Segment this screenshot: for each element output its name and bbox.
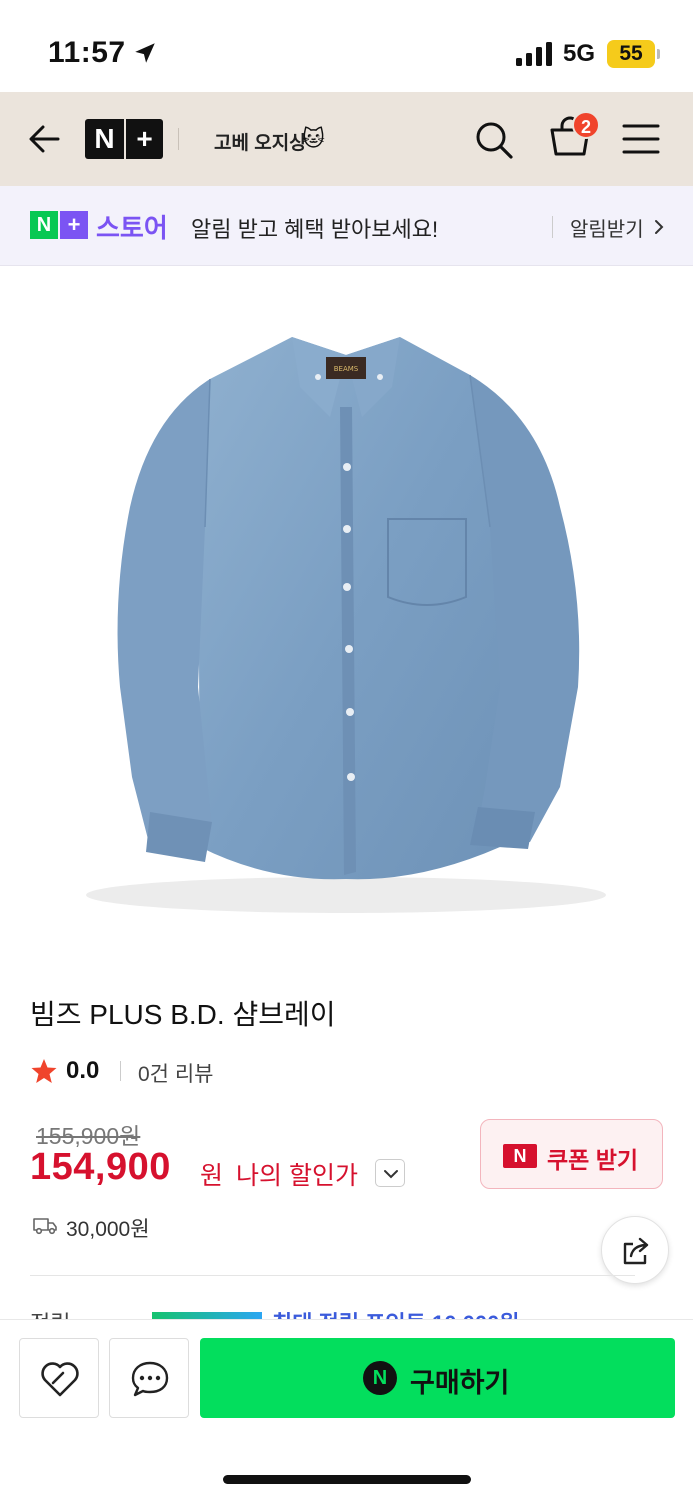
signal-icon — [516, 42, 552, 66]
shirt-label-text: BEAMS — [334, 365, 359, 373]
wishlist-button[interactable] — [19, 1338, 99, 1418]
chevron-right-icon — [655, 220, 664, 234]
star-icon — [31, 1059, 57, 1083]
logo-plus: + — [124, 119, 163, 159]
review-count-link[interactable]: 0건 리뷰 — [138, 1058, 213, 1088]
bottom-action-bar: N 구매하기 — [0, 1319, 693, 1500]
product-title: 빔즈 PLUS B.D. 샴브레이 — [30, 999, 336, 1030]
buy-now-label: 구매하기 — [410, 1368, 510, 1398]
points-text: 최대 적립 포인트 10,000원 › — [272, 1306, 533, 1320]
points-label: 적립 — [30, 1306, 70, 1320]
store-alert-banner[interactable]: N + 스토어 알림 받고 혜택 받아보세요! 알림받기 — [0, 186, 693, 266]
promo-logo-n: N — [30, 211, 58, 239]
truck-icon — [33, 1218, 57, 1235]
chevron-down-icon — [384, 1170, 398, 1179]
header-divider — [178, 128, 179, 150]
alert-subscribe-link[interactable]: 알림받기 — [570, 213, 644, 242]
sale-price: 154,900 — [30, 1146, 171, 1188]
points-row[interactable]: 적립 최대 적립 포인트 10,000원 › — [0, 1306, 693, 1320]
back-arrow-icon[interactable] — [24, 118, 66, 160]
status-time: 11:57 — [48, 36, 126, 69]
my-discount-label[interactable]: 나의 할인가 — [236, 1156, 358, 1192]
logo-n: N — [94, 123, 115, 154]
nplus-logo[interactable]: N + — [85, 119, 163, 159]
network-type: 5G — [563, 40, 596, 67]
rating-value: 0.0 — [66, 1057, 100, 1084]
coupon-button[interactable]: N 쿠폰 받기 — [480, 1119, 663, 1189]
store-emoji: 🐱 — [302, 126, 325, 151]
nplus-store-logo: N + — [30, 211, 90, 241]
coupon-label: 쿠폰 받기 — [547, 1147, 639, 1173]
home-indicator[interactable] — [223, 1475, 471, 1484]
share-button[interactable] — [601, 1216, 669, 1284]
heart-icon — [41, 1362, 79, 1397]
store-name[interactable]: 고베 오지상 — [214, 128, 307, 155]
product-image[interactable]: BEAMS — [0, 267, 693, 960]
menu-icon[interactable] — [622, 122, 660, 156]
promo-store-label: 스토어 — [96, 213, 168, 243]
sale-price-unit: 원 — [200, 1162, 224, 1190]
search-icon[interactable] — [472, 118, 516, 162]
section-divider — [30, 1275, 635, 1276]
location-arrow-icon — [135, 43, 155, 63]
naver-pay-icon: N — [363, 1361, 397, 1395]
chat-icon — [131, 1361, 169, 1397]
shipping-fee: 30,000원 — [66, 1218, 150, 1241]
rating-divider — [120, 1061, 121, 1081]
status-bar: 11:57 5G 55 — [0, 0, 693, 92]
cart-count-badge: 2 — [572, 111, 600, 139]
talk-talk-button[interactable] — [109, 1338, 189, 1418]
shirt-illustration: BEAMS — [86, 337, 606, 913]
buy-now-button[interactable]: N 구매하기 — [200, 1338, 675, 1418]
share-icon — [623, 1237, 649, 1265]
battery-indicator: 55 — [607, 40, 660, 68]
promo-divider — [552, 216, 553, 238]
naver-coupon-icon: N — [503, 1144, 537, 1168]
promo-logo-plus: + — [60, 211, 88, 239]
promo-message: 알림 받고 혜택 받아보세요! — [191, 217, 439, 242]
discount-expand-button[interactable] — [375, 1159, 405, 1187]
store-header: N + 고베 오지상 🐱 — [0, 92, 693, 186]
